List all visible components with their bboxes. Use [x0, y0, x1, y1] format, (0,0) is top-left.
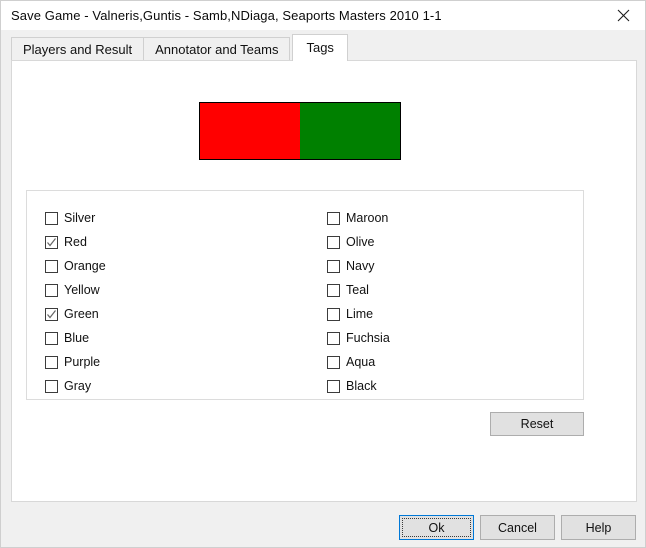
checkbox-label-aqua: Aqua: [346, 355, 376, 369]
checkbox-row-red[interactable]: Red: [45, 230, 106, 254]
preview-right-half: [300, 103, 400, 159]
tag-checkbox-group: Silver Red Orange Yellow Green Blue Purp…: [26, 190, 584, 400]
checkbox-label-yellow: Yellow: [64, 283, 100, 297]
checkbox-label-gray: Gray: [64, 379, 92, 393]
checkbox-row-black[interactable]: Black: [327, 374, 390, 398]
checkbox-label-lime: Lime: [346, 307, 374, 321]
checkbox-olive[interactable]: [327, 235, 340, 249]
tab-players-and-result[interactable]: Players and Result: [11, 37, 145, 61]
checkbox-label-silver: Silver: [64, 211, 96, 225]
checkbox-teal[interactable]: [327, 283, 340, 297]
tag-color-preview: [199, 102, 401, 160]
tag-column-right: Maroon Olive Navy Teal Lime Fuchsia Aqua…: [327, 206, 390, 398]
checkbox-label-navy: Navy: [346, 259, 375, 273]
preview-left-half: [200, 103, 300, 159]
checkbox-lime[interactable]: [327, 307, 340, 321]
checkbox-label-fuchsia: Fuchsia: [346, 331, 390, 345]
cancel-button[interactable]: Cancel: [480, 515, 555, 540]
help-button[interactable]: Help: [561, 515, 636, 540]
checkbox-row-navy[interactable]: Navy: [327, 254, 390, 278]
checkbox-label-black: Black: [346, 379, 377, 393]
checkbox-row-lime[interactable]: Lime: [327, 302, 390, 326]
checkbox-gray[interactable]: [45, 379, 58, 393]
checkbox-row-fuchsia[interactable]: Fuchsia: [327, 326, 390, 350]
tag-column-left: Silver Red Orange Yellow Green Blue Purp…: [45, 206, 106, 398]
ok-button[interactable]: Ok: [399, 515, 474, 540]
title-bar: Save Game - Valneris,Guntis - Samb,NDiag…: [1, 1, 645, 30]
window-title: Save Game - Valneris,Guntis - Samb,NDiag…: [11, 8, 442, 23]
ok-button-label: Ok: [428, 520, 445, 535]
checkbox-aqua[interactable]: [327, 355, 340, 369]
save-game-dialog: Save Game - Valneris,Guntis - Samb,NDiag…: [0, 0, 646, 548]
checkbox-row-yellow[interactable]: Yellow: [45, 278, 106, 302]
checkbox-maroon[interactable]: [327, 211, 340, 225]
checkbox-red[interactable]: [45, 235, 58, 249]
checkbox-label-maroon: Maroon: [346, 211, 389, 225]
checkbox-label-purple: Purple: [64, 355, 101, 369]
checkbox-label-orange: Orange: [64, 259, 106, 273]
checkbox-row-maroon[interactable]: Maroon: [327, 206, 390, 230]
checkbox-fuchsia[interactable]: [327, 331, 340, 345]
checkbox-silver[interactable]: [45, 211, 58, 225]
checkbox-label-olive: Olive: [346, 235, 375, 249]
tags-tab-panel: Silver Red Orange Yellow Green Blue Purp…: [11, 60, 637, 502]
checkbox-row-green[interactable]: Green: [45, 302, 106, 326]
checkbox-label-green: Green: [64, 307, 99, 321]
checkbox-row-silver[interactable]: Silver: [45, 206, 106, 230]
checkbox-blue[interactable]: [45, 331, 58, 345]
close-button[interactable]: [601, 1, 645, 30]
checkbox-row-teal[interactable]: Teal: [327, 278, 390, 302]
tab-annotator-and-teams[interactable]: Annotator and Teams: [143, 37, 291, 61]
checkbox-label-red: Red: [64, 235, 87, 249]
tab-strip: Players and Result Annotator and Teams T…: [11, 34, 348, 61]
checkbox-green[interactable]: [45, 307, 58, 321]
checkbox-label-blue: Blue: [64, 331, 90, 345]
checkbox-row-gray[interactable]: Gray: [45, 374, 106, 398]
checkbox-navy[interactable]: [327, 259, 340, 273]
checkbox-row-blue[interactable]: Blue: [45, 326, 106, 350]
tab-tags[interactable]: Tags: [292, 34, 348, 61]
checkbox-label-teal: Teal: [346, 283, 369, 297]
checkbox-row-orange[interactable]: Orange: [45, 254, 106, 278]
checkbox-row-aqua[interactable]: Aqua: [327, 350, 390, 374]
checkbox-black[interactable]: [327, 379, 340, 393]
checkbox-orange[interactable]: [45, 259, 58, 273]
checkbox-row-purple[interactable]: Purple: [45, 350, 106, 374]
reset-button[interactable]: Reset: [490, 412, 584, 436]
checkbox-purple[interactable]: [45, 355, 58, 369]
checkbox-row-olive[interactable]: Olive: [327, 230, 390, 254]
dialog-button-bar: Ok Cancel Help: [1, 509, 645, 543]
close-icon: [617, 9, 630, 22]
checkbox-yellow[interactable]: [45, 283, 58, 297]
